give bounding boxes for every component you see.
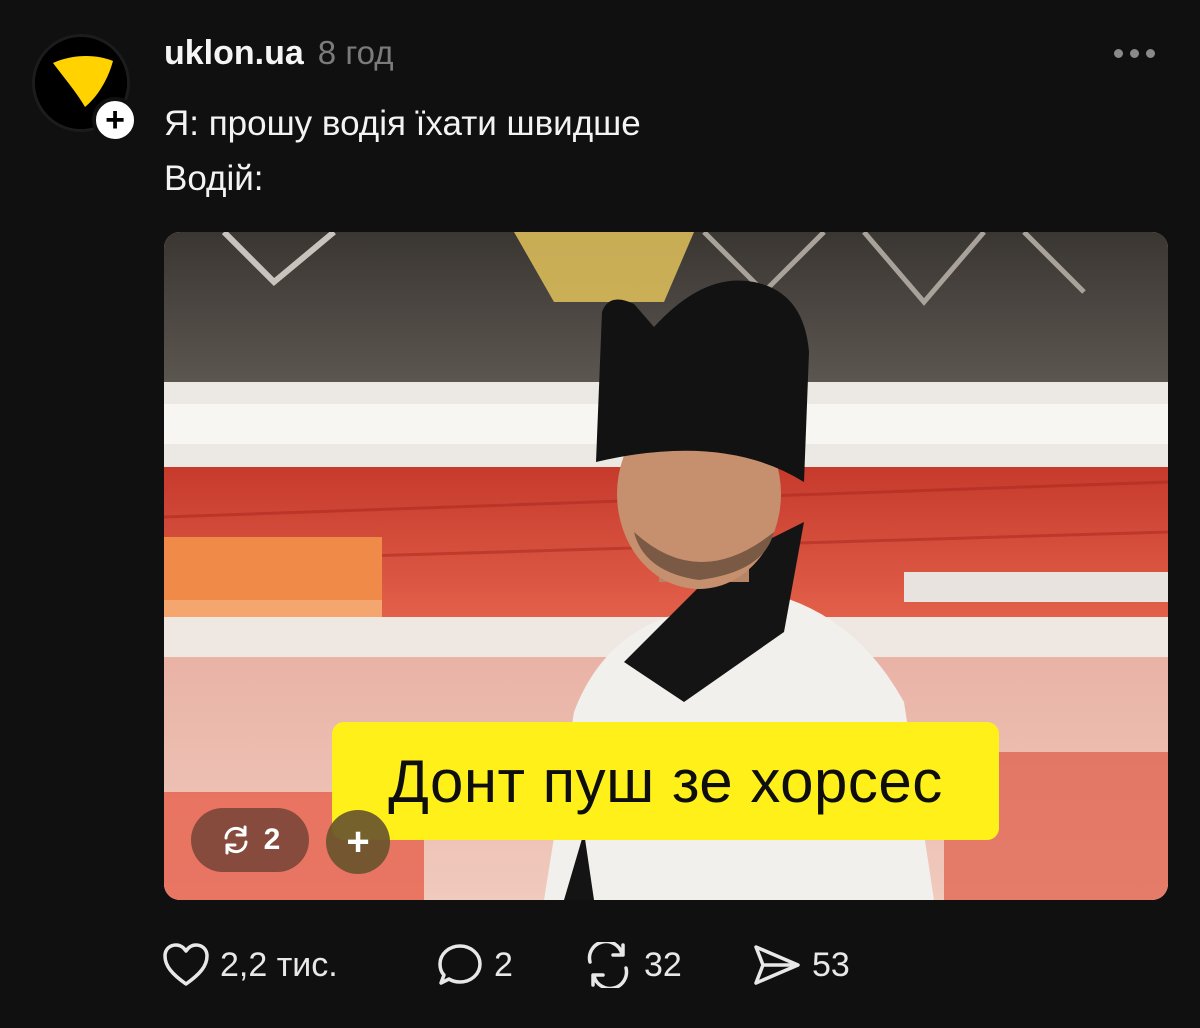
caption-line: Водій: [164, 159, 264, 198]
more-horizontal-icon[interactable] [1114, 46, 1158, 60]
repost-icon [224, 825, 248, 855]
share-count: 53 [812, 945, 850, 984]
action-bar: 2,2 тис. 2 32 53 [162, 940, 850, 990]
post-caption: Я: прошу водія їхати швидше Водій: [164, 96, 641, 206]
share-button[interactable]: 53 [752, 940, 850, 990]
repost-total: 32 [644, 945, 682, 984]
comment-icon [438, 944, 482, 985]
repost-count-badge[interactable]: 2 [191, 808, 309, 872]
like-count: 2,2 тис. [220, 945, 338, 984]
thread-post: + uklon.ua 8 год Я: прошу водія їхати шв… [0, 0, 1200, 1028]
reply-button[interactable]: 2 [436, 940, 582, 990]
meme-caption-banner: Донт пуш зе хорсес [332, 722, 999, 840]
follow-button[interactable]: + [92, 97, 138, 143]
repost-count: 2 [263, 823, 281, 856]
post-header: uklon.ua 8 год [164, 34, 394, 76]
repost-button[interactable]: 32 [582, 940, 752, 990]
repost-icon [587, 942, 629, 988]
timestamp: 8 год [317, 34, 394, 71]
heart-icon [163, 943, 209, 986]
post-image[interactable]: Донт пуш зе хорсес 2 + [164, 232, 1168, 900]
username[interactable]: uklon.ua [164, 34, 304, 73]
add-button[interactable]: + [326, 810, 390, 874]
caption-line: Я: прошу водія їхати швидше [164, 104, 641, 143]
send-icon [754, 945, 800, 985]
reply-count: 2 [494, 945, 513, 984]
like-button[interactable]: 2,2 тис. [162, 940, 436, 990]
